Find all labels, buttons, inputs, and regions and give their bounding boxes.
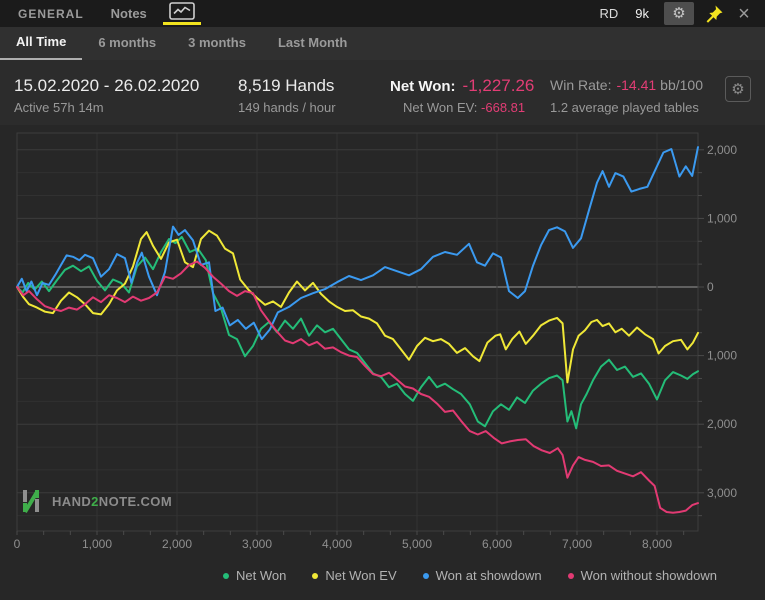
hand2note-results-window: GENERAL Notes RD 9k ⚙ × All Time — [0, 0, 765, 600]
period-tab-6-months[interactable]: 6 months — [82, 27, 172, 60]
graph-settings-button[interactable]: ⚙ — [725, 76, 751, 102]
tab-graph[interactable] — [163, 0, 201, 27]
hand2note-watermark: HAND2NOTE.COM — [20, 487, 172, 515]
hands-total: 8,519 Hands — [238, 74, 336, 98]
period-tabs: All Time 6 months 3 months Last Month — [0, 27, 765, 60]
close-button[interactable]: × — [735, 4, 753, 24]
win-rate-block: Win Rate: -14.41bb/100 1.2 average played… — [550, 74, 703, 115]
chart-area: 2,000 1,000 0 1,000 2,000 3,000 0 1,000 2,000 3,0… — [0, 125, 765, 600]
svg-text:5,000: 5,000 — [402, 537, 432, 551]
svg-text:0: 0 — [707, 280, 714, 294]
window-title-bar: GENERAL Notes RD 9k ⚙ × — [0, 0, 765, 27]
watermark-text: HAND2NOTE.COM — [52, 494, 172, 509]
legend-item-net-won[interactable]: Net Won — [223, 568, 286, 583]
svg-text:3,000: 3,000 — [707, 486, 737, 500]
svg-text:1,000: 1,000 — [707, 349, 737, 363]
tab-general[interactable]: GENERAL — [18, 7, 84, 21]
summary-stats-bar: 15.02.2020 - 26.02.2020 Active 57h 14m 8… — [0, 60, 765, 125]
hands-block: 8,519 Hands 149 hands / hour — [238, 74, 336, 115]
svg-text:0: 0 — [14, 537, 21, 551]
close-icon: × — [738, 3, 750, 25]
active-time: Active 57h 14m — [14, 100, 199, 115]
svg-text:6,000: 6,000 — [482, 537, 512, 551]
net-won-label: Net Won: — [390, 78, 456, 95]
svg-text:4,000: 4,000 — [322, 537, 352, 551]
pin-button[interactable] — [703, 3, 725, 25]
title-bar-controls: RD 9k ⚙ × — [599, 2, 765, 25]
net-won-ev-label: Net Won EV: — [403, 100, 477, 115]
svg-text:2,000: 2,000 — [707, 143, 737, 157]
active-tab-underline — [163, 22, 201, 25]
hands-per-hour: 149 hands / hour — [238, 100, 336, 115]
svg-text:7,000: 7,000 — [562, 537, 592, 551]
net-won-value: -1,227.26 — [463, 76, 535, 95]
hands-count-badge: 9k — [635, 6, 649, 21]
legend-item-net-won-ev[interactable]: Net Won EV — [312, 568, 396, 583]
tab-notes[interactable]: Notes — [111, 6, 147, 21]
net-won-block: Net Won: -1,227.26 Net Won EV: -668.81 — [390, 74, 534, 115]
pushpin-icon — [704, 4, 724, 24]
player-name-label: RD — [599, 6, 618, 21]
period-tab-all-time[interactable]: All Time — [0, 27, 82, 60]
gear-icon: ⚙ — [672, 6, 685, 21]
period-tab-last-month[interactable]: Last Month — [262, 27, 363, 60]
gear-outline-icon: ⚙ — [731, 82, 744, 97]
svg-text:3,000: 3,000 — [242, 537, 272, 551]
svg-text:1,000: 1,000 — [707, 211, 737, 225]
win-rate-value: -14.41 — [616, 77, 656, 93]
avg-tables: 1.2 average played tables — [550, 100, 703, 115]
svg-text:1,000: 1,000 — [82, 537, 112, 551]
win-rate-unit: bb/100 — [660, 77, 703, 93]
net-won-ev-value: -668.81 — [481, 100, 525, 115]
svg-text:2,000: 2,000 — [707, 417, 737, 431]
legend-item-won-at-showdown[interactable]: Won at showdown — [423, 568, 542, 583]
legend-dot-won-at-showdown — [423, 573, 429, 579]
svg-text:8,000: 8,000 — [642, 537, 672, 551]
win-rate-label: Win Rate: — [550, 77, 611, 93]
hand2note-logo-icon — [20, 487, 44, 515]
legend-dot-net-won-ev — [312, 573, 318, 579]
date-range-block: 15.02.2020 - 26.02.2020 Active 57h 14m — [14, 74, 199, 115]
legend-dot-net-won — [223, 573, 229, 579]
chart-legend: Net Won Net Won EV Won at showdown Won w… — [0, 568, 765, 583]
period-tab-3-months[interactable]: 3 months — [172, 27, 262, 60]
svg-text:2,000: 2,000 — [162, 537, 192, 551]
legend-item-won-without-showdown[interactable]: Won without showdown — [568, 568, 717, 583]
legend-dot-won-without-showdown — [568, 573, 574, 579]
date-range: 15.02.2020 - 26.02.2020 — [14, 74, 199, 98]
settings-button[interactable]: ⚙ — [664, 2, 694, 25]
